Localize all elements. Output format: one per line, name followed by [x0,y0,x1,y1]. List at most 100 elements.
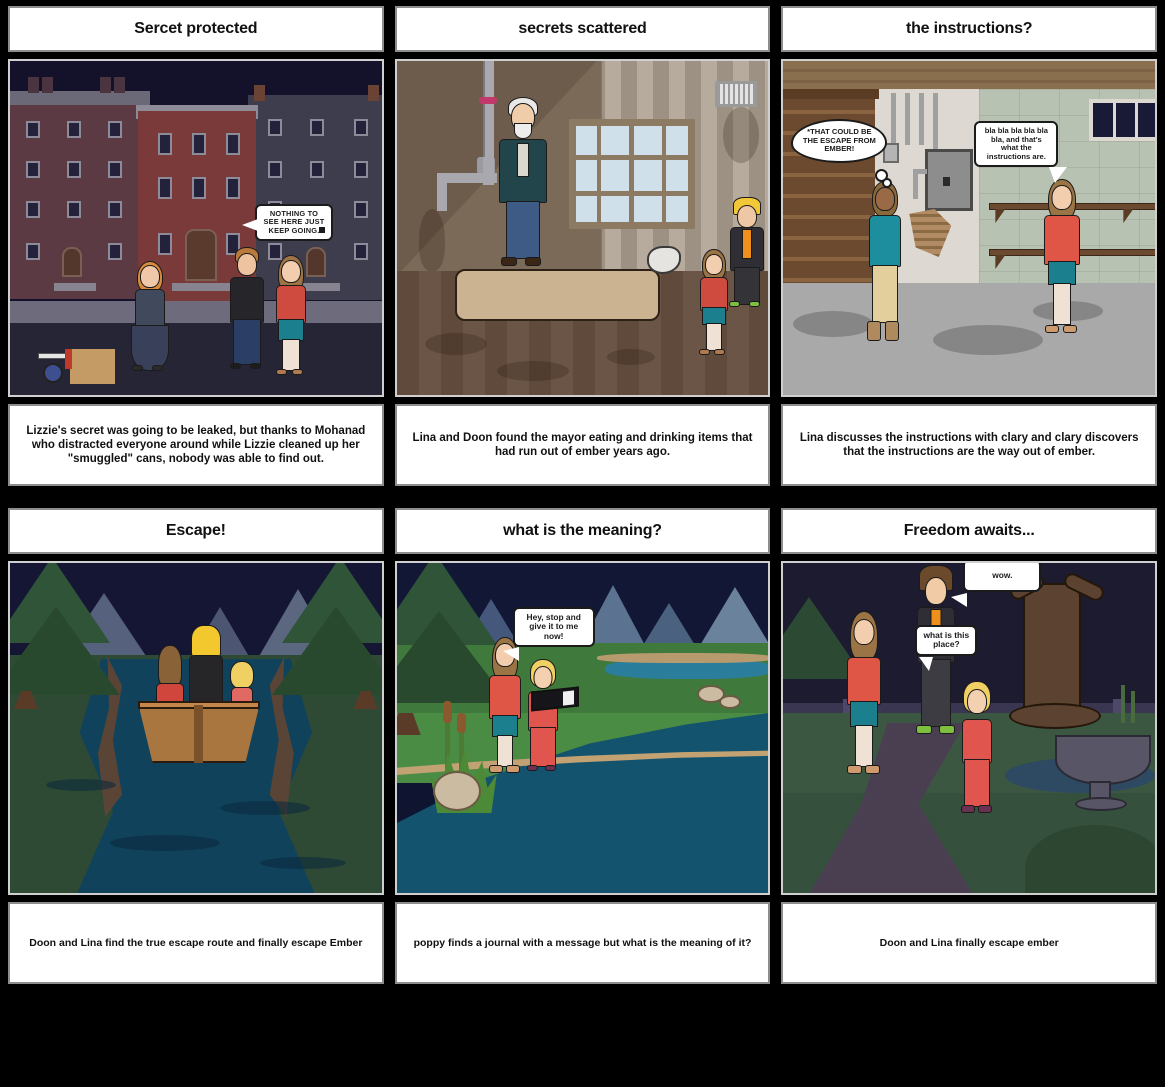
speech-tail [919,657,934,671]
panel-5-title-box[interactable]: what is the meaning? [394,508,771,554]
window-icon [158,233,172,255]
character-lina [845,611,883,791]
speech-bubble-wow: wow. [963,563,1042,593]
cart-wheel [43,363,63,383]
panel-1-title-box[interactable]: Sercet protected [8,6,384,52]
air-vent-icon [714,81,757,107]
panel-1-scene[interactable]: NOTHING TO SEE HERE JUST KEEP GOING. [8,59,384,397]
conduit-pipe [905,93,911,145]
speech-bubble-text: bla bla bla bla bla bla, and that's what… [984,126,1048,161]
panel-4[interactable]: Escape! Doon and Lina find the true esca… [8,508,384,984]
panel-1[interactable]: Sercet protected NOTHING TO SEE HERE JUS… [8,6,384,486]
floor-stain [496,361,569,381]
panel-5[interactable]: what is the meaning? Hey, stop and give … [394,508,771,984]
panel-3-title-box[interactable]: the instructions? [781,6,1158,52]
cattail-head-icon [456,713,466,733]
stoop [54,283,96,291]
character-lizzie [128,259,172,375]
conduit-pipe [933,93,939,151]
water-ripple [220,801,310,815]
conduit-pipe [919,93,925,145]
panel-5-caption: poppy finds a journal with a message but… [413,937,752,949]
panel-3-title: the instructions? [905,20,1033,37]
panel-2[interactable]: secrets scattered Lina and Doon found th… [394,6,771,486]
chimney-icon [368,85,379,101]
window-icon [310,119,324,136]
panel-3[interactable]: the instructions? *THAT COULD BE THE ESC… [781,6,1158,486]
panel-3-caption-box[interactable]: Lina discusses the instructions with cla… [781,404,1158,486]
panel-5-scene[interactable]: Hey, stop and give it to me now! [394,561,771,895]
panel-6-scene[interactable]: wow. what is this place? [781,561,1158,895]
chimney-icon [114,77,125,93]
panel-6[interactable]: Freedom awaits... wow. what is this plac… [781,508,1158,984]
speech-tail [502,647,519,661]
window-icon [26,243,40,260]
character-mayor [497,97,549,273]
window-mullion [661,119,666,229]
panel-6-title: Freedom awaits... [903,522,1035,539]
water-ripple [46,779,116,791]
panel-4-title: Escape! [165,522,226,539]
window-icon [26,201,40,218]
panel-1-title: Sercet protected [134,20,258,37]
water-ripple [110,835,220,851]
stair-stringer [783,89,880,99]
panel-3-caption: Lina discusses the instructions with cla… [799,432,1139,458]
window-icon [108,121,122,138]
panel-2-title: secrets scattered [518,20,647,37]
character-mohanad [228,247,266,377]
panel-5-caption-box[interactable]: poppy finds a journal with a message but… [394,902,771,984]
storyboard: Sercet protected NOTHING TO SEE HERE JUS… [0,0,1165,1087]
speech-bubble-text: Hey, stop and give it to me now! [526,612,581,641]
panel-4-scene[interactable] [8,561,384,895]
rock [718,695,741,709]
window-icon [192,133,206,155]
character-lina [697,249,731,367]
window-icon [108,243,122,260]
window-mullion [568,191,695,196]
breaker-box-latch [943,177,951,186]
window-icon [268,161,282,178]
window-mullion [1135,99,1139,141]
window-icon [26,161,40,178]
speech-bubble-nothing-to-see: NOTHING TO SEE HERE JUST KEEP GOING. [255,204,333,241]
panel-3-scene[interactable]: *THAT COULD BE THE ESCAPE FROM EMBER! bl… [781,59,1158,397]
window-icon [67,201,81,218]
panel-2-caption-box[interactable]: Lina and Doon found the mayor eating and… [394,404,771,486]
panel-6-title-box[interactable]: Freedom awaits... [781,508,1158,554]
window-icon [108,161,122,178]
cardboard-box [70,349,115,384]
storyboard-row-1: Sercet protected NOTHING TO SEE HERE JUS… [8,6,1158,486]
window-icon [67,161,81,178]
speech-bubble-hey-stop: Hey, stop and give it to me now! [512,607,595,648]
cattail-head-icon [442,701,452,723]
panel-5-title: what is the meaning? [503,522,662,539]
character-doon [727,197,767,317]
window-mullion [1113,99,1117,141]
panel-1-caption: Lizzie's secret was going to be leaked, … [26,425,366,465]
panel-1-caption-box[interactable]: Lizzie's secret was going to be leaked, … [8,404,384,486]
cattail-stem [1131,691,1136,723]
panel-4-caption-box[interactable]: Doon and Lina find the true escape route… [8,902,384,984]
front-door-icon [185,229,217,281]
window-icon [354,201,368,218]
window-icon [158,133,172,155]
panel-2-title-box[interactable]: secrets scattered [394,6,771,52]
panel-4-title-box[interactable]: Escape! [8,508,384,554]
water-ripple [260,857,346,869]
floor-shadow [933,325,1044,355]
character-poppy [959,681,995,821]
panel-2-caption: Lina and Doon found the mayor eating and… [412,432,753,458]
tree-roots [1009,703,1102,729]
door-icon [62,247,82,277]
pine-tree-icon [9,607,120,695]
mattress [454,269,660,321]
window-icon [26,121,40,138]
panel-2-scene[interactable] [394,59,771,397]
window-icon [310,161,324,178]
panel-6-caption: Doon and Lina finally escape ember [879,937,1059,949]
panel-6-caption-box[interactable]: Doon and Lina finally escape ember [781,902,1158,984]
window-icon [268,119,282,136]
window-mullion [568,155,695,160]
chimney-icon [254,85,265,101]
